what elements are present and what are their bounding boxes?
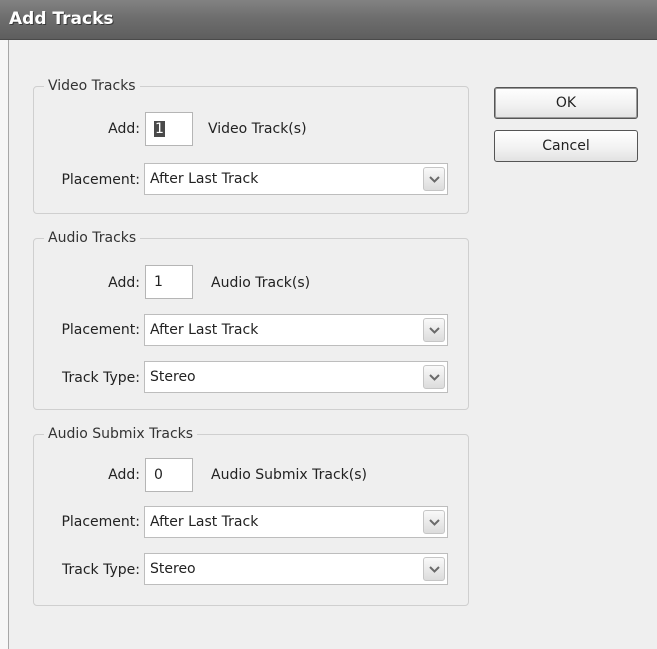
- audio-placement-value: After Last Track: [150, 322, 259, 338]
- audio-track-type-value: Stereo: [150, 369, 196, 385]
- submix-track-type-dropdown[interactable]: Stereo: [144, 553, 448, 585]
- video-placement-value: After Last Track: [150, 171, 259, 187]
- submix-placement-value: After Last Track: [150, 514, 259, 530]
- video-add-label: Add:: [108, 121, 140, 137]
- video-add-field[interactable]: 1: [145, 112, 193, 146]
- chevron-down-icon[interactable]: [423, 167, 445, 191]
- add-tracks-dialog: Add Tracks OK Cancel Video Tracks Add: 1…: [0, 0, 657, 649]
- submix-track-type-value: Stereo: [150, 561, 196, 577]
- submix-add-field[interactable]: 0: [145, 458, 193, 492]
- audio-add-value: 1: [154, 274, 163, 290]
- audio-track-type-label: Track Type:: [62, 370, 140, 386]
- audio-placement-label: Placement:: [61, 322, 140, 338]
- video-placement-label: Placement:: [61, 172, 140, 188]
- video-add-value: 1: [154, 121, 165, 137]
- submix-tracks-group-title: Audio Submix Tracks: [44, 425, 198, 443]
- submix-add-label: Add:: [108, 467, 140, 483]
- submix-add-value: 0: [154, 467, 163, 483]
- video-unit-label: Video Track(s): [208, 121, 307, 137]
- window-left-edge: [0, 40, 8, 649]
- submix-unit-label: Audio Submix Track(s): [211, 467, 368, 483]
- video-tracks-group-title: Video Tracks: [44, 77, 140, 95]
- submix-placement-dropdown[interactable]: After Last Track: [144, 506, 448, 538]
- audio-track-type-dropdown[interactable]: Stereo: [144, 361, 448, 393]
- chevron-down-icon[interactable]: [423, 557, 445, 581]
- title-bar[interactable]: Add Tracks: [0, 0, 657, 40]
- submix-placement-label: Placement:: [61, 514, 140, 530]
- cancel-button[interactable]: Cancel: [494, 130, 638, 162]
- audio-add-field[interactable]: 1: [145, 265, 193, 299]
- audio-placement-dropdown[interactable]: After Last Track: [144, 314, 448, 346]
- chevron-down-icon[interactable]: [423, 510, 445, 534]
- audio-tracks-group-title: Audio Tracks: [44, 229, 141, 247]
- dialog-title: Add Tracks: [9, 9, 114, 29]
- audio-add-label: Add:: [108, 275, 140, 291]
- ok-button[interactable]: OK: [494, 87, 638, 119]
- chevron-down-icon[interactable]: [423, 318, 445, 342]
- chevron-down-icon[interactable]: [423, 365, 445, 389]
- audio-unit-label: Audio Track(s): [211, 275, 311, 291]
- video-placement-dropdown[interactable]: After Last Track: [144, 163, 448, 195]
- submix-track-type-label: Track Type:: [62, 562, 140, 578]
